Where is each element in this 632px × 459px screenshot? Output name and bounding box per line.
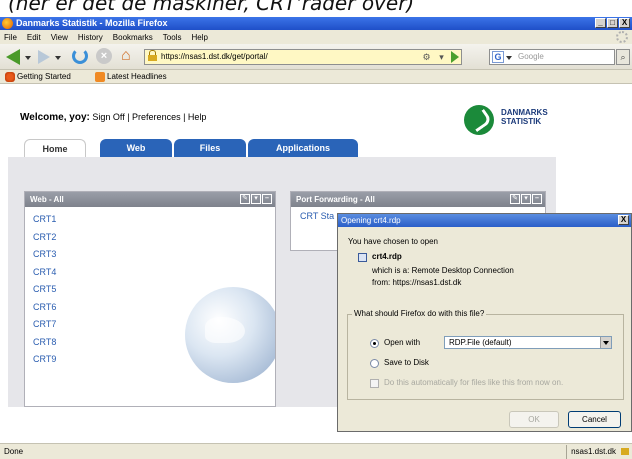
lock-icon (148, 50, 157, 61)
bookmark-label: Getting Started (17, 72, 71, 81)
google-icon[interactable]: G (492, 51, 504, 63)
panel-menu-icon[interactable]: ▾ (521, 194, 531, 204)
window-title: Danmarks Statistik - Mozilla Firefox (16, 18, 168, 28)
menu-help[interactable]: Help (191, 33, 207, 42)
dialog-title: Opening crt4.rdp (341, 216, 401, 225)
search-engine-dropdown-icon[interactable] (506, 56, 512, 60)
dst-logo-icon (464, 105, 494, 135)
status-bar: Done nsas1.dst.dk (0, 443, 632, 459)
menu-bookmarks[interactable]: Bookmarks (113, 33, 153, 42)
minimize-button[interactable]: _ (595, 18, 606, 28)
forward-history-dropdown-icon[interactable] (55, 56, 61, 60)
menu-view[interactable]: View (51, 33, 68, 42)
save-to-disk-label[interactable]: Save to Disk (384, 358, 429, 367)
panel-menu-icon[interactable]: ▾ (251, 194, 261, 204)
edit-icon[interactable]: ✎ (240, 194, 250, 204)
close-window-button[interactable]: X (619, 18, 630, 28)
list-item[interactable]: CRT3 (33, 246, 275, 264)
url-dropdown-icon[interactable]: ▾ (436, 52, 447, 63)
pf-panel-title: Port Forwarding - All (296, 195, 375, 204)
menu-edit[interactable]: Edit (27, 33, 41, 42)
home-icon[interactable]: ⌂ (121, 47, 131, 65)
auto-label: Do this automatically for files like thi… (384, 378, 564, 387)
app-select[interactable]: RDP.File (default) (444, 336, 612, 349)
open-with-radio[interactable] (370, 339, 379, 348)
maximize-button[interactable]: □ (607, 18, 618, 28)
web-panel: Web - All ✎ ▾ – CRT1 CRT2 CRT3 CRT4 CRT5… (24, 191, 276, 407)
back-history-dropdown-icon[interactable] (25, 56, 31, 60)
auto-checkbox[interactable] (370, 379, 379, 388)
search-button-icon[interactable]: ⌕ (616, 49, 630, 65)
throbber-icon (616, 31, 628, 43)
status-host-label: nsas1.dst.dk (571, 447, 616, 456)
stop-icon[interactable]: × (96, 48, 112, 64)
bookmark-getting-started[interactable]: Getting Started (4, 70, 71, 84)
navigation-toolbar: × ⌂ https://nsas1.dst.dk/get/portal/ ⚙ ▾… (0, 44, 632, 70)
app-select-value: RDP.File (default) (449, 338, 512, 347)
firefox-icon (2, 18, 13, 29)
action-group: What should Firefox do with this file? O… (347, 309, 624, 400)
bookmark-latest-headlines[interactable]: Latest Headlines (94, 70, 167, 84)
lock-icon (621, 448, 629, 455)
chevron-down-icon[interactable] (600, 337, 611, 348)
tab-files[interactable]: Files (174, 139, 246, 157)
logo-line2: STATISTIK (501, 117, 542, 126)
dialog-intro: You have chosen to open (348, 237, 439, 246)
minimize-panel-icon[interactable]: – (262, 194, 272, 204)
tab-web[interactable]: Web (100, 139, 172, 157)
back-arrow-icon[interactable] (6, 49, 20, 65)
download-dialog: Opening crt4.rdp X You have chosen to op… (337, 213, 632, 432)
bookmark-label: Latest Headlines (107, 72, 167, 81)
firefox-bookmark-icon (5, 72, 15, 82)
save-to-disk-radio[interactable] (370, 359, 379, 368)
account-links[interactable]: Sign Off | Preferences | Help (92, 112, 206, 122)
list-item[interactable]: CRT1 (33, 211, 275, 229)
dialog-close-button[interactable]: X (618, 215, 629, 225)
menu-history[interactable]: History (78, 33, 103, 42)
welcome-label: Welcome, yoy: (20, 112, 90, 123)
tab-applications[interactable]: Applications (248, 139, 358, 157)
list-item[interactable]: CRT2 (33, 229, 275, 247)
search-input[interactable]: G Google (489, 49, 615, 65)
go-arrow-icon[interactable] (451, 51, 459, 63)
dialog-filetype: which is a: Remote Desktop Connection (372, 266, 514, 275)
web-panel-header: Web - All ✎ ▾ – (25, 192, 275, 207)
url-bar[interactable]: https://nsas1.dst.dk/get/portal/ ⚙ ▾ (144, 49, 462, 65)
action-question: What should Firefox do with this file? (352, 309, 487, 318)
status-host[interactable]: nsas1.dst.dk (566, 445, 632, 459)
list-item[interactable]: CRT4 (33, 264, 275, 282)
pf-panel-header: Port Forwarding - All ✎ ▾ – (291, 192, 545, 207)
menu-file[interactable]: File (4, 33, 17, 42)
tab-home[interactable]: Home (24, 139, 86, 157)
globe-image (185, 287, 275, 383)
welcome-line: Welcome, yoy: Sign Off | Preferences | H… (20, 112, 206, 123)
logo-line1: DANMARKS (501, 108, 548, 117)
menu-tools[interactable]: Tools (163, 33, 182, 42)
rss-icon (95, 72, 105, 82)
cancel-button[interactable]: Cancel (568, 411, 621, 428)
dialog-filename: crt4.rdp (372, 252, 402, 261)
dialog-source: from: https://nsas1.dst.dk (372, 278, 462, 287)
site-identity-icon[interactable]: ⚙ (421, 52, 432, 63)
window-titlebar: Danmarks Statistik - Mozilla Firefox _ □… (0, 17, 632, 30)
search-placeholder: Google (518, 52, 544, 61)
forward-arrow-icon[interactable] (38, 50, 50, 64)
minimize-panel-icon[interactable]: – (532, 194, 542, 204)
reload-icon[interactable] (72, 48, 88, 64)
status-text: Done (4, 447, 24, 456)
url-text: https://nsas1.dst.dk/get/portal/ (161, 52, 268, 61)
dialog-titlebar: Opening crt4.rdp X (338, 214, 631, 227)
ok-button[interactable]: OK (509, 411, 559, 428)
menu-bar: File Edit View History Bookmarks Tools H… (0, 30, 632, 44)
dst-logo-text: DANMARKS STATISTIK (501, 108, 548, 126)
bookmarks-toolbar: Getting Started Latest Headlines (0, 70, 632, 84)
edit-icon[interactable]: ✎ (510, 194, 520, 204)
open-with-label[interactable]: Open with (384, 338, 420, 347)
web-panel-title: Web - All (30, 195, 64, 204)
rdp-file-icon (358, 253, 367, 262)
